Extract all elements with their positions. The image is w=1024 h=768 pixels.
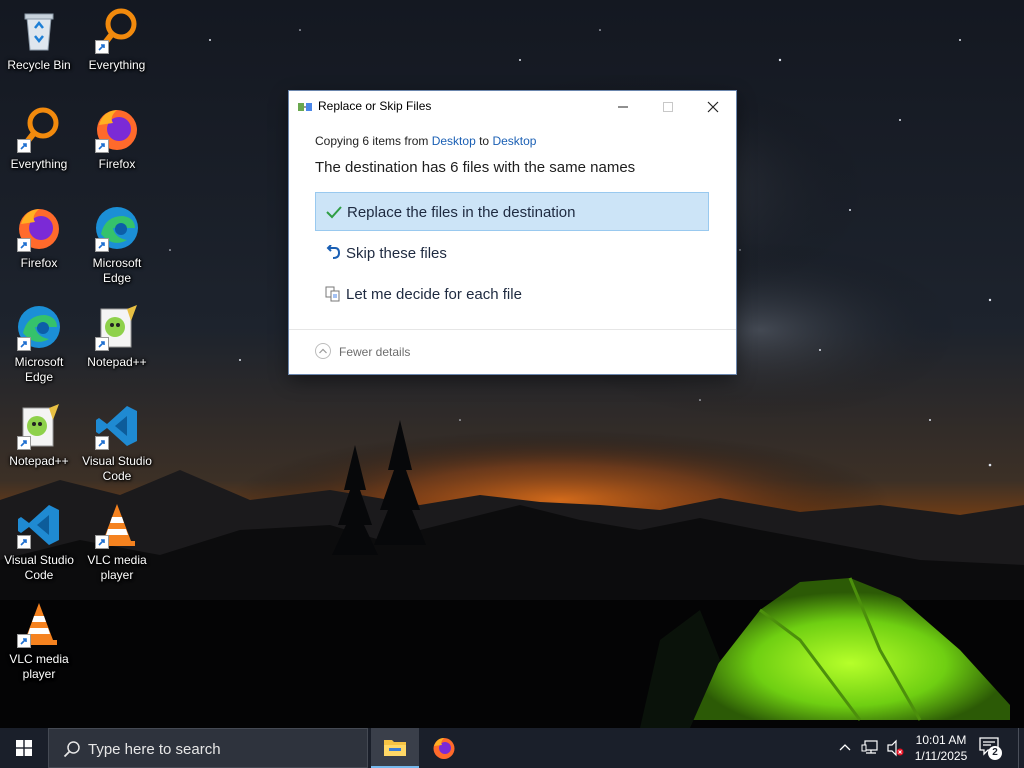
chevron-up-icon: [315, 343, 331, 359]
start-button[interactable]: [0, 728, 48, 768]
action-center-button[interactable]: 2: [978, 736, 1008, 762]
shortcut-arrow-icon: [95, 139, 109, 153]
desktop-icon-label: VLC media player: [87, 553, 147, 582]
dialog-heading: The destination has 6 files with the sam…: [315, 159, 636, 176]
desktop-icon-vlc[interactable]: VLC media player: [78, 501, 156, 583]
vlc-icon: [15, 600, 63, 648]
shortcut-arrow-icon: [95, 238, 109, 252]
desktop-icon-label: Firefox: [20, 256, 58, 270]
desktop-icon-notepadpp[interactable]: Notepad++: [0, 402, 78, 469]
search-icon: [63, 741, 80, 758]
desktop-icon-vscode[interactable]: Visual Studio Code: [0, 501, 78, 583]
firefox-icon: [15, 204, 63, 252]
desktop-icon-label: Microsoft Edge: [14, 355, 64, 384]
desktop-icon-label: Visual Studio Code: [4, 553, 74, 582]
skip-files-option[interactable]: Skip these files: [315, 234, 709, 273]
show-desktop-button[interactable]: [1018, 728, 1024, 768]
replace-or-skip-dialog: Replace or Skip Files Copying 6 items fr…: [289, 91, 736, 374]
desktop-icon-firefox[interactable]: Firefox: [0, 204, 78, 271]
replace-files-option[interactable]: Replace the files in the destination: [315, 192, 709, 231]
compare-files-icon: [325, 286, 341, 302]
vscode-icon: [93, 402, 141, 450]
clock-time: 10:01 AM: [915, 733, 967, 747]
desktop-icon-notepadpp[interactable]: Notepad++: [78, 303, 156, 370]
shortcut-arrow-icon: [95, 535, 109, 549]
shortcut-arrow-icon: [17, 139, 31, 153]
shortcut-arrow-icon: [17, 634, 31, 648]
firefox-icon: [433, 738, 455, 759]
dialog-divider: [289, 329, 736, 330]
copy-prefix-text: Copying 6 items from: [315, 134, 429, 148]
taskbar-search-box[interactable]: Type here to search: [48, 728, 368, 768]
vscode-icon: [15, 501, 63, 549]
recycle-bin-icon: [15, 6, 63, 54]
dialog-title: Replace or Skip Files: [318, 99, 432, 113]
desktop-icon-microsoft-edge[interactable]: Microsoft Edge: [0, 303, 78, 385]
desktop-icon-firefox[interactable]: Firefox: [78, 105, 156, 172]
shortcut-arrow-icon: [95, 337, 109, 351]
desktop-icon-label: Notepad++: [9, 454, 69, 468]
vlc-icon: [93, 501, 141, 549]
desktop-icon-everything[interactable]: Everything: [78, 6, 156, 73]
desktop-icon-microsoft-edge[interactable]: Microsoft Edge: [78, 204, 156, 286]
skip-files-label: Skip these files: [346, 245, 447, 262]
desktop-icon-label: Microsoft Edge: [92, 256, 142, 285]
shortcut-arrow-icon: [17, 535, 31, 549]
fewer-details-label: Fewer details: [339, 345, 411, 359]
desktop-icon-label: Everything: [10, 157, 68, 171]
desktop-icon-everything[interactable]: Everything: [0, 105, 78, 172]
edge-icon: [93, 204, 141, 252]
copy-to-text: to: [479, 134, 490, 148]
taskbar-firefox[interactable]: [420, 728, 468, 768]
desktop-icon-recycle-bin[interactable]: Recycle Bin: [0, 6, 78, 73]
minimize-button[interactable]: [600, 91, 646, 121]
shortcut-arrow-icon: [17, 436, 31, 450]
desktop-icon-label: Recycle Bin: [7, 58, 71, 72]
desktop-icon-label: Everything: [88, 58, 146, 72]
close-button[interactable]: [690, 91, 736, 121]
edge-icon: [15, 303, 63, 351]
copy-status-line: Copying 6 items from Desktop to Desktop: [315, 134, 536, 148]
shortcut-arrow-icon: [17, 337, 31, 351]
desktop-icon-label: VLC media player: [9, 652, 69, 681]
notepadpp-icon: [15, 402, 63, 450]
search-placeholder: Type here to search: [88, 741, 221, 758]
firefox-icon: [93, 105, 141, 153]
volume-muted-icon[interactable]: [886, 739, 904, 757]
maximize-button[interactable]: [645, 91, 691, 121]
shortcut-arrow-icon: [95, 40, 109, 54]
undo-arrow-icon: [325, 244, 341, 261]
desktop-icon-label: Visual Studio Code: [82, 454, 152, 483]
shortcut-arrow-icon: [95, 436, 109, 450]
chevron-up-icon[interactable]: [838, 741, 852, 755]
desktop-icon-label: Notepad++: [87, 355, 147, 369]
replace-files-label: Replace the files in the destination: [347, 204, 576, 221]
taskbar-clock[interactable]: 10:01 AM 1/11/2025: [906, 732, 976, 764]
everything-icon: [93, 6, 141, 54]
clock-date: 1/11/2025: [914, 749, 968, 763]
shortcut-arrow-icon: [17, 238, 31, 252]
dialog-titlebar[interactable]: Replace or Skip Files: [289, 91, 736, 121]
desktop-icon-vlc[interactable]: VLC media player: [0, 600, 78, 682]
source-folder-link[interactable]: Desktop: [432, 134, 476, 148]
file-copy-icon: [298, 100, 312, 112]
checkmark-icon: [326, 204, 342, 220]
minimize-icon: [618, 106, 628, 108]
everything-icon: [15, 105, 63, 153]
taskbar-file-explorer[interactable]: [371, 728, 419, 768]
decide-each-file-option[interactable]: Let me decide for each file: [315, 275, 709, 314]
maximize-icon: [663, 102, 673, 112]
desktop-icon-vscode[interactable]: Visual Studio Code: [78, 402, 156, 484]
desktop-icon-label: Firefox: [98, 157, 136, 171]
windows-logo-icon: [16, 740, 32, 756]
notepadpp-icon: [93, 303, 141, 351]
folder-icon: [384, 740, 406, 756]
decide-each-file-label: Let me decide for each file: [346, 286, 522, 303]
taskbar: Type here to search 10:01 AM 1/11/2025 2: [0, 728, 1024, 768]
close-icon: [707, 101, 719, 113]
network-icon[interactable]: [861, 739, 881, 757]
destination-folder-link[interactable]: Desktop: [492, 134, 536, 148]
notification-count-badge: 2: [988, 746, 1002, 760]
